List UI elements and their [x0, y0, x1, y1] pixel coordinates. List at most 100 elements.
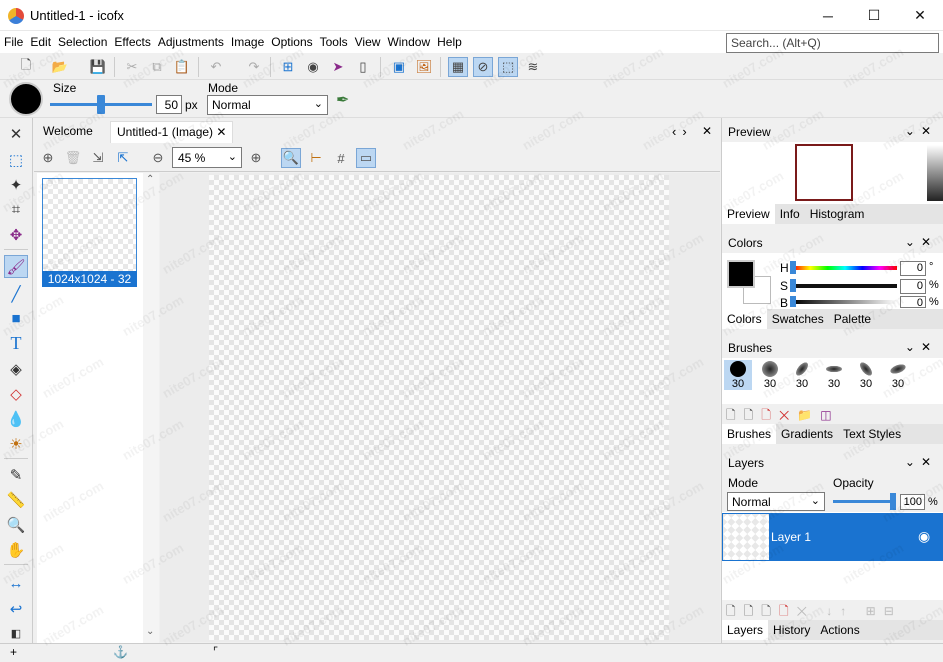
swap-width-icon[interactable]: ↔ [4, 572, 28, 595]
tab-history[interactable]: History [768, 620, 815, 640]
brush-preset[interactable]: 30 [756, 360, 784, 390]
foreground-color-swatch[interactable] [727, 260, 755, 288]
color-picker-icon[interactable]: ✎ [4, 463, 28, 486]
tab-info[interactable]: Info [775, 204, 805, 224]
minimize-button[interactable]: ─ [805, 0, 851, 31]
hue-slider[interactable] [793, 266, 897, 270]
tab-palette[interactable]: Palette [829, 309, 876, 329]
tab-nav-arrows[interactable]: ‹› [672, 124, 693, 139]
layer-tools[interactable]: 🗋🗋🗋🗋✕ ↓↑ ⊞⊟ [722, 600, 943, 620]
saturation-slider[interactable] [793, 284, 897, 288]
transparency-icon[interactable]: ⊘ [473, 57, 493, 77]
blur-icon[interactable]: 💧 [4, 407, 28, 430]
saturation-thumb[interactable] [790, 279, 796, 292]
dodge-icon[interactable]: ☀ [4, 432, 28, 455]
zoom-in-icon[interactable]: ⊕ [246, 148, 266, 168]
zoom-out-icon[interactable]: ⊖ [148, 148, 168, 168]
windows-icon[interactable]: ⊞ [278, 57, 298, 77]
tab-preview[interactable]: Preview [722, 204, 775, 224]
apple-icon[interactable]: ◉ [303, 57, 323, 77]
paste-icon[interactable]: 📋 [172, 57, 192, 77]
preview-background-strip[interactable] [927, 145, 943, 201]
menu-tools[interactable]: Tools [316, 31, 351, 53]
new-file-icon[interactable]: 🗋 [16, 57, 36, 77]
tab-swatches[interactable]: Swatches [767, 309, 829, 329]
opacity-thumb[interactable] [890, 493, 896, 510]
tab-brushes[interactable]: Brushes [722, 424, 777, 444]
menu-selection[interactable]: Selection [54, 31, 110, 53]
brush-icon[interactable]: 🖌 [4, 255, 28, 278]
tab-gradients[interactable]: Gradients [776, 424, 838, 444]
tab-layers[interactable]: Layers [722, 620, 769, 640]
hand-icon[interactable]: ✋ [4, 538, 28, 561]
menu-options[interactable]: Options [267, 31, 315, 53]
move-icon[interactable]: ✥ [4, 223, 28, 246]
menu-window[interactable]: Window [383, 31, 433, 53]
crop-icon[interactable]: ⌗ [4, 198, 28, 221]
tab-text-styles[interactable]: Text Styles [838, 424, 906, 444]
menu-image[interactable]: Image [227, 31, 267, 53]
grid-icon[interactable]: # [331, 148, 351, 168]
maximize-button[interactable]: ☐ [851, 0, 897, 31]
hue-input[interactable]: 0 [900, 261, 926, 276]
layers-toggle-icon[interactable]: ≋ [523, 57, 543, 77]
save-icon[interactable]: 💾 [88, 57, 108, 77]
line-icon[interactable]: ╱ [4, 282, 28, 305]
brush-tools[interactable]: 🗋🗋🗋✕📁◫ [722, 404, 943, 424]
zoom-fit-icon[interactable]: 🔍 [281, 148, 301, 168]
scroll-up-icon[interactable]: ⌃ [146, 174, 154, 185]
close-icon[interactable]: ✕ [702, 124, 712, 138]
mode-select[interactable]: Normal ⌄ [207, 95, 328, 115]
rectangle-icon[interactable]: ■ [4, 307, 28, 330]
brightness-slider[interactable] [793, 300, 897, 304]
tab-actions[interactable]: Actions [815, 620, 864, 640]
tab-close-icon[interactable]: ✕ [216, 125, 226, 139]
rulers-icon[interactable]: ⊢ [306, 148, 326, 168]
eye-icon[interactable]: ◉ [918, 528, 930, 545]
menu-edit[interactable]: Edit [26, 31, 54, 53]
brush-preset[interactable]: 30 [788, 360, 816, 390]
size-input[interactable]: 50 [156, 95, 182, 114]
fill-bucket-icon[interactable]: ◈ [4, 357, 28, 380]
import-page-icon[interactable]: ⇲ [88, 148, 108, 168]
copy-icon[interactable]: ⧉ [147, 57, 167, 77]
flip-icon[interactable]: ↩ [4, 597, 28, 620]
page-panel-icon[interactable]: ▭ [356, 148, 376, 168]
cut-icon[interactable]: ✂ [122, 57, 142, 77]
scroll-down-icon[interactable]: ⌄ [146, 626, 154, 637]
add-page-icon[interactable]: ⊕ [38, 148, 58, 168]
search-input[interactable]: Search... (Alt+Q) [726, 33, 939, 53]
image-canvas[interactable] [209, 175, 669, 640]
page-thumbnail[interactable] [42, 178, 137, 273]
panel-controls[interactable]: ⌄✕ [905, 340, 937, 354]
brush-preset[interactable]: 30 [820, 360, 848, 390]
saturation-input[interactable]: 0 [900, 279, 926, 294]
tab-untitled[interactable]: Untitled-1 (Image) ✕ [110, 121, 234, 143]
tab-welcome[interactable]: Welcome [37, 121, 99, 143]
magic-wand-icon[interactable]: ✦ [4, 173, 28, 196]
mobile-icon[interactable]: ▯ [353, 57, 373, 77]
panel-controls[interactable]: ⌄✕ [905, 235, 937, 249]
brush-preview[interactable] [9, 82, 43, 116]
zoom-icon[interactable]: 🔍 [4, 513, 28, 536]
delete-page-icon[interactable]: 🗑 [63, 148, 83, 168]
size-slider-thumb[interactable] [97, 95, 105, 114]
export-page-icon[interactable]: ⇱ [113, 148, 133, 168]
brush-preset[interactable]: 30 [724, 360, 752, 390]
menu-help[interactable]: Help [433, 31, 465, 53]
close-button[interactable]: ✕ [897, 0, 943, 31]
open-folder-icon[interactable]: 📂 [50, 57, 70, 77]
new-image-icon[interactable]: ▣ [389, 57, 409, 77]
zoom-select[interactable]: 45 % ⌄ [172, 147, 242, 168]
color-swap-icon[interactable]: ◧ [4, 622, 28, 645]
selection-mask-icon[interactable]: ⬚ [498, 57, 518, 77]
eraser-icon[interactable]: ◇ [4, 382, 28, 405]
menu-file[interactable]: File [0, 31, 26, 53]
brightness-input[interactable]: 0 [900, 296, 926, 308]
menu-view[interactable]: View [351, 31, 384, 53]
close-icon[interactable]: ✕ [4, 122, 28, 145]
undo-icon[interactable]: ↶ [206, 57, 226, 77]
brightness-thumb[interactable] [790, 296, 796, 307]
brush-preset[interactable]: 30 [852, 360, 880, 390]
rect-select-icon[interactable]: ⬚ [4, 148, 28, 171]
